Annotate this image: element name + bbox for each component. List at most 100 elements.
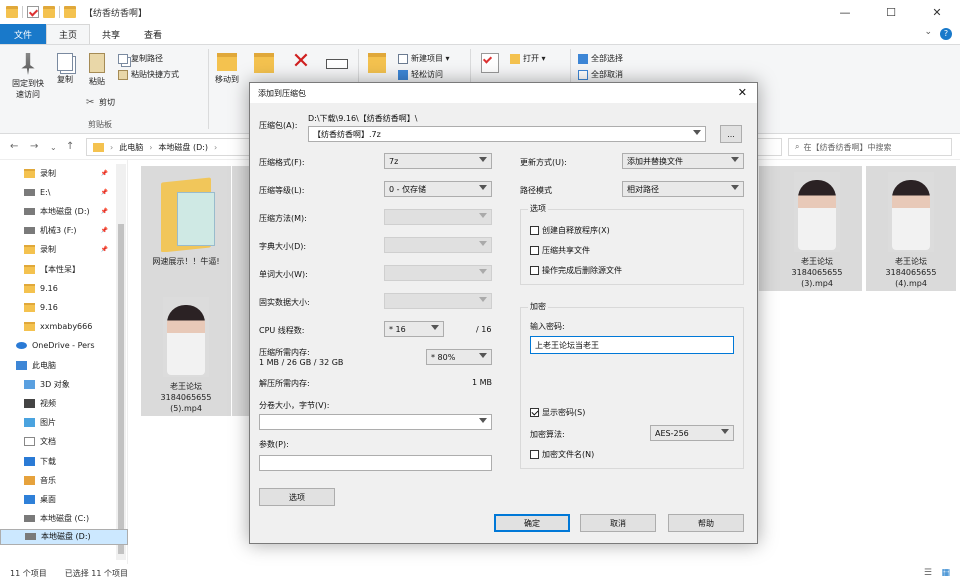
help-icon[interactable]: ? bbox=[940, 28, 952, 40]
chevron-down-icon bbox=[721, 429, 729, 434]
sidebar-item[interactable]: 机械3 (F:) 📌 bbox=[0, 222, 128, 240]
sidebar-item[interactable]: 【本性呆】 bbox=[0, 260, 128, 278]
item-count: 11 个项目 bbox=[10, 568, 47, 578]
delete-source-checkbox[interactable]: 操作完成后删除源文件 bbox=[530, 265, 622, 276]
move-to-button[interactable]: 移动到 bbox=[212, 53, 242, 85]
pathmode-select[interactable]: 相对路径 bbox=[622, 181, 744, 197]
properties-button[interactable] bbox=[478, 53, 502, 76]
minimize-button[interactable]: — bbox=[822, 0, 868, 24]
up-button[interactable]: ↑ bbox=[66, 141, 74, 152]
split-combo[interactable] bbox=[259, 414, 492, 430]
file-item-video[interactable]: 老王论坛 3184065655 (3).mp4 bbox=[772, 166, 862, 291]
rename-button[interactable] bbox=[324, 53, 350, 72]
sidebar-item[interactable]: 9.16 bbox=[0, 279, 128, 297]
solid-label: 固实数据大小: bbox=[259, 298, 310, 307]
sidebar-item[interactable]: 本地磁盘 (C:) bbox=[0, 510, 128, 528]
sidebar-item[interactable]: 录制 📌 bbox=[0, 164, 128, 182]
memory-select[interactable]: * 80% bbox=[426, 349, 492, 365]
update-select[interactable]: 添加并替换文件 bbox=[622, 153, 744, 169]
tab-share[interactable]: 共享 bbox=[90, 24, 132, 44]
new-item-button[interactable]: 新建项目 ▾ bbox=[398, 53, 450, 64]
archive-name-combo[interactable]: 【纺香纺香啊】.7z bbox=[308, 126, 706, 142]
tab-file[interactable]: 文件 bbox=[0, 24, 47, 44]
tab-view[interactable]: 查看 bbox=[132, 24, 174, 44]
word-select[interactable] bbox=[384, 265, 492, 281]
level-select[interactable]: 0 - 仅存储 bbox=[384, 181, 492, 197]
sidebar-item[interactable]: 本地磁盘 (D:) 📌 bbox=[0, 202, 128, 220]
shared-checkbox[interactable]: 压缩共享文件 bbox=[530, 245, 590, 256]
sidebar-item[interactable]: 下载 bbox=[0, 452, 128, 470]
paste-shortcut-button[interactable]: 粘贴快捷方式 bbox=[118, 69, 179, 80]
paste-button[interactable]: 粘贴 bbox=[84, 53, 110, 87]
sidebar-item[interactable]: OneDrive - Pers bbox=[0, 337, 128, 355]
format-select[interactable]: 7z bbox=[384, 153, 492, 169]
sidebar-item[interactable]: xxmbaby666 bbox=[0, 318, 128, 336]
easy-access-button[interactable]: 轻松访问 bbox=[398, 69, 443, 80]
file-item-partial[interactable] bbox=[232, 166, 250, 291]
tab-home[interactable]: 主页 bbox=[46, 24, 91, 44]
maximize-button[interactable]: ☐ bbox=[868, 0, 914, 24]
sidebar-item[interactable]: 3D 对象 bbox=[0, 375, 128, 393]
paste-shortcut-icon bbox=[118, 69, 128, 80]
search-icon: ⌕ bbox=[795, 142, 800, 151]
copy-button[interactable]: 复制 bbox=[52, 53, 78, 85]
file-item-folder[interactable]: 网速展示！！牛逼! bbox=[141, 166, 231, 291]
help-button[interactable]: 帮助 bbox=[668, 514, 744, 532]
sidebar-item[interactable]: 音乐 bbox=[0, 471, 128, 489]
sidebar-item[interactable]: 此电脑 bbox=[0, 356, 128, 374]
sidebar-item[interactable]: 桌面 bbox=[0, 490, 128, 508]
sidebar-item[interactable]: 视频 bbox=[0, 394, 128, 412]
sidebar-item[interactable]: 文档 bbox=[0, 433, 128, 451]
select-none-button[interactable]: 全部取消 bbox=[578, 69, 623, 80]
close-button[interactable]: ✕ bbox=[914, 0, 960, 24]
thumbnail-view-icon[interactable]: ▦ bbox=[941, 568, 950, 578]
copy-to-button[interactable] bbox=[252, 53, 276, 76]
password-input[interactable]: 上老王论坛当老王 bbox=[530, 336, 734, 354]
forward-button[interactable]: → bbox=[30, 141, 38, 152]
clipboard-group-label: 剪贴板 bbox=[88, 120, 112, 129]
solid-select[interactable] bbox=[384, 293, 492, 309]
copy-path-button[interactable]: 复制路径 bbox=[118, 53, 163, 64]
properties-icon[interactable] bbox=[27, 6, 39, 18]
folder-icon bbox=[64, 6, 76, 18]
cancel-button[interactable]: 取消 bbox=[580, 514, 656, 532]
dialog-close-button[interactable]: ✕ bbox=[738, 86, 747, 99]
params-input[interactable] bbox=[259, 455, 492, 471]
encrypt-names-checkbox[interactable]: 加密文件名(N) bbox=[530, 449, 594, 460]
new-folder-button[interactable] bbox=[366, 53, 388, 76]
options-button[interactable]: 选项 bbox=[259, 488, 335, 506]
file-item-partial[interactable] bbox=[232, 291, 250, 416]
chevron-down-icon[interactable]: ⌄ bbox=[924, 27, 932, 37]
file-item-partial[interactable] bbox=[759, 166, 773, 291]
breadcrumb-drive-d[interactable]: 本地磁盘 (D:) bbox=[158, 142, 208, 153]
pin-quick-access-button[interactable]: 固定到快 速访问 bbox=[8, 53, 48, 100]
delete-button[interactable]: ✕ bbox=[288, 51, 314, 73]
browse-button[interactable]: ... bbox=[720, 125, 742, 143]
show-password-checkbox[interactable]: 显示密码(S) bbox=[530, 407, 585, 418]
recent-dropdown[interactable]: ⌄ bbox=[50, 143, 57, 152]
sidebar-item[interactable]: 图片 bbox=[0, 414, 128, 432]
back-button[interactable]: ← bbox=[10, 141, 18, 152]
cut-button[interactable]: ✂ 剪切 bbox=[86, 97, 115, 108]
file-item-video[interactable]: 老王论坛 3184065655 (5).mp4 bbox=[141, 291, 231, 416]
new-folder-icon[interactable] bbox=[43, 6, 55, 18]
sidebar-item[interactable]: E:\ 📌 bbox=[0, 183, 128, 201]
breadcrumb-this-pc[interactable]: 此电脑 bbox=[119, 142, 143, 153]
copy-icon bbox=[57, 53, 73, 71]
sidebar-item[interactable]: 9.16 bbox=[0, 298, 128, 316]
open-button[interactable]: 打开 ▾ bbox=[510, 53, 546, 64]
ok-button[interactable]: 确定 bbox=[494, 514, 570, 532]
select-all-button[interactable]: 全部选择 bbox=[578, 53, 623, 64]
search-box[interactable]: ⌕ 在【纺香纺香啊】中搜索 bbox=[788, 138, 952, 156]
sidebar-item[interactable]: 录制 📌 bbox=[0, 241, 128, 259]
sidebar-item[interactable]: 本地磁盘 (D:) bbox=[0, 528, 128, 545]
file-item-video[interactable]: 老王论坛 3184065655 (4).mp4 bbox=[866, 166, 956, 291]
threads-select[interactable]: * 16 bbox=[384, 321, 444, 337]
desktop-icon bbox=[24, 494, 35, 504]
method-select[interactable] bbox=[384, 209, 492, 225]
dict-select[interactable] bbox=[384, 237, 492, 253]
sfx-checkbox[interactable]: 创建自释放程序(X) bbox=[530, 225, 610, 236]
encrypt-method-select[interactable]: AES-256 bbox=[650, 425, 734, 441]
split-label: 分卷大小，字节(V): bbox=[259, 401, 330, 410]
details-view-icon[interactable]: ☰ bbox=[924, 568, 932, 578]
